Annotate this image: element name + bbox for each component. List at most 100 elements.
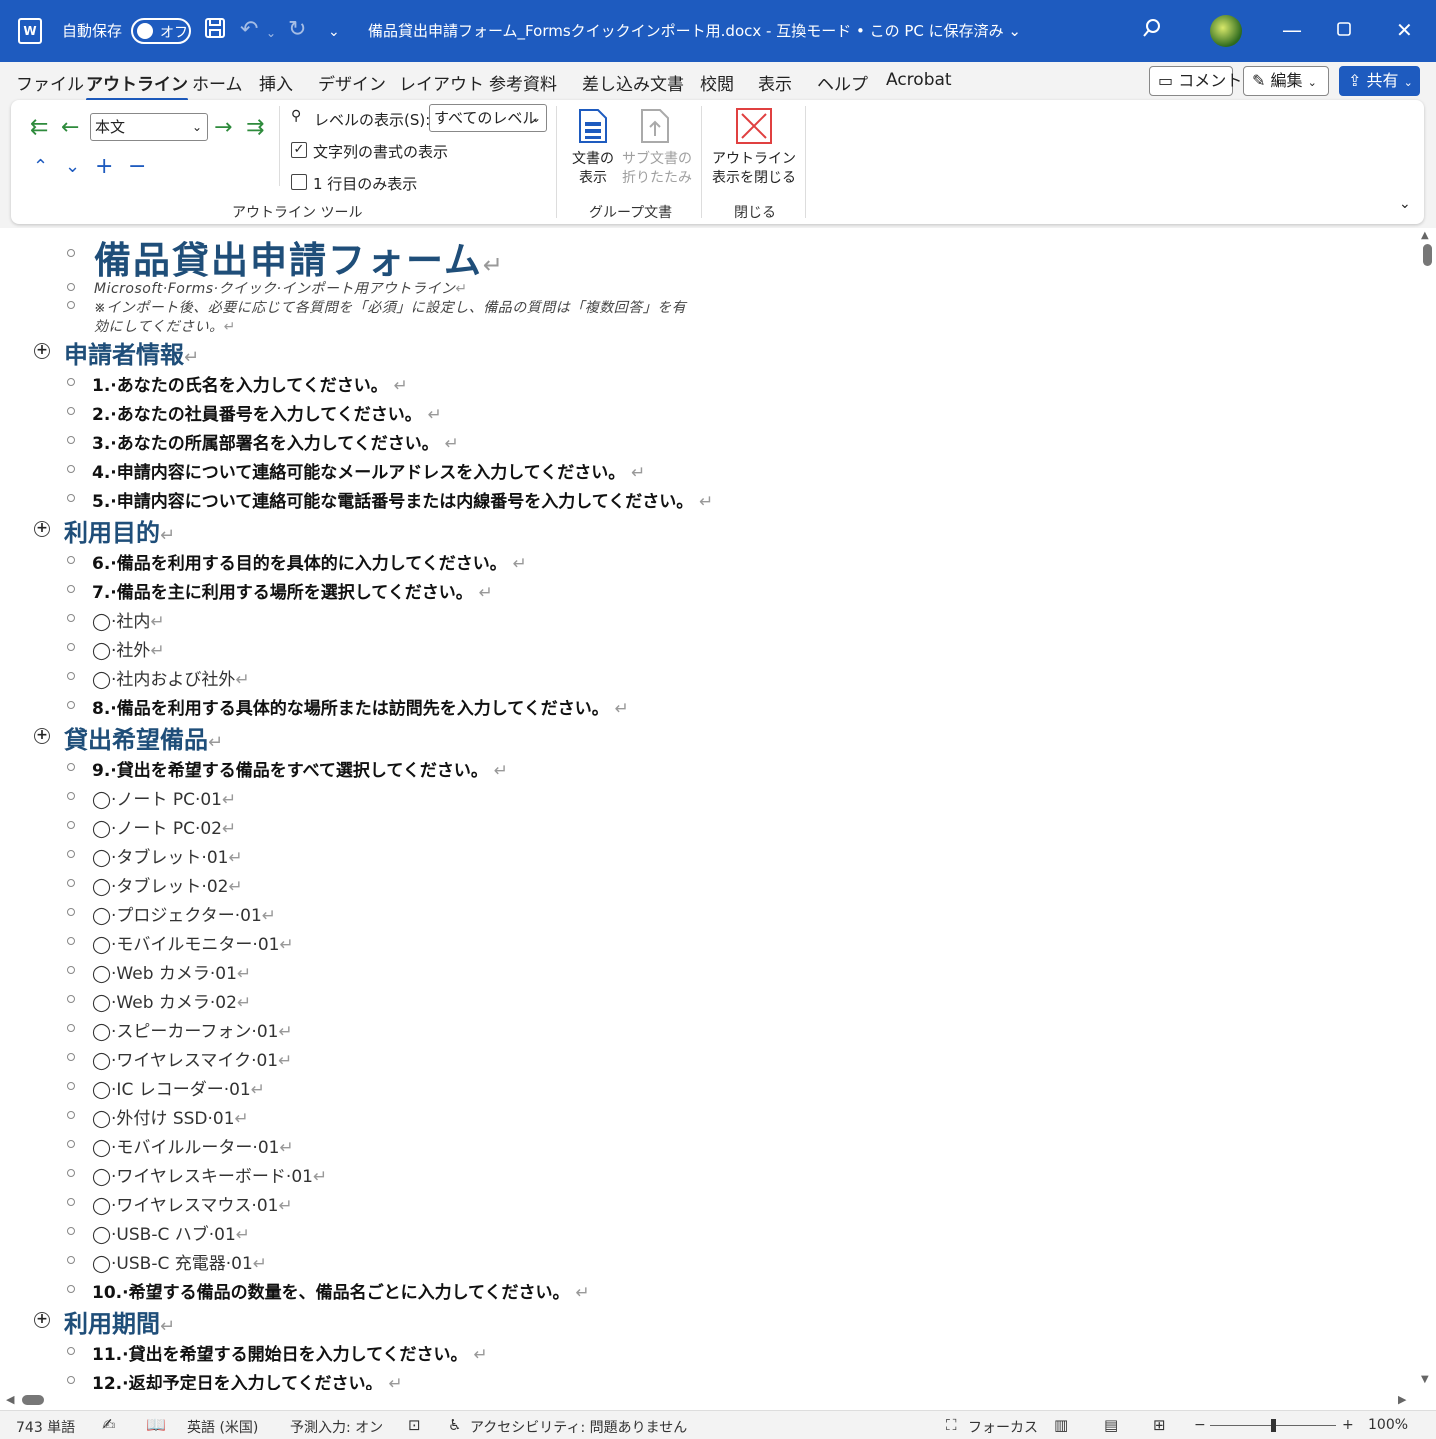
expand-icon[interactable]: + xyxy=(95,156,113,178)
scroll-up-icon[interactable]: ▲ xyxy=(1421,230,1429,241)
tab-review[interactable]: 校閲 xyxy=(700,70,734,95)
outline-bullet[interactable] xyxy=(67,643,75,651)
outline-bullet[interactable] xyxy=(67,850,75,858)
print-layout-icon[interactable]: ▤ xyxy=(1104,1416,1118,1434)
word-count[interactable]: 743 単語 xyxy=(16,1417,75,1437)
outline-bullet[interactable] xyxy=(67,821,75,829)
outline-bullet[interactable] xyxy=(67,1082,75,1090)
promote-icon[interactable]: ← xyxy=(61,117,79,139)
tab-layout[interactable]: レイアウト xyxy=(399,70,484,95)
maximize-icon[interactable] xyxy=(1336,17,1352,43)
tab-insert[interactable]: 挿入 xyxy=(259,70,293,95)
outline-level-select[interactable]: 本文 ⌄ xyxy=(90,113,208,141)
close-icon[interactable]: ✕ xyxy=(1396,17,1413,43)
tab-acrobat[interactable]: Acrobat xyxy=(886,70,952,90)
outline-bullet[interactable] xyxy=(67,407,75,415)
accessibility-status[interactable]: アクセシビリティ: 問題ありません xyxy=(470,1417,687,1437)
zoom-level[interactable]: 100% xyxy=(1368,1417,1408,1433)
tab-help[interactable]: ヘルプ xyxy=(817,70,868,95)
language-status[interactable]: 英語 (米国) xyxy=(187,1417,258,1437)
outline-bullet[interactable] xyxy=(67,1347,75,1355)
tab-outline[interactable]: アウトライン xyxy=(86,70,188,101)
save-icon[interactable] xyxy=(204,17,226,46)
vertical-scroll-thumb[interactable] xyxy=(1423,244,1432,266)
outline-bullet[interactable] xyxy=(67,301,75,309)
expand-heading-icon[interactable]: + xyxy=(34,343,50,359)
undo-icon[interactable]: ↶ xyxy=(240,17,258,43)
outline-bullet[interactable] xyxy=(67,378,75,386)
outline-bullet[interactable] xyxy=(67,1140,75,1148)
outline-bullet[interactable] xyxy=(67,937,75,945)
outline-bullet[interactable] xyxy=(67,1111,75,1119)
zoom-slider-thumb[interactable] xyxy=(1271,1419,1276,1432)
scroll-right-icon[interactable]: ▶ xyxy=(1398,1393,1406,1406)
demote-to-body-icon[interactable]: ⇉ xyxy=(246,117,264,139)
outline-bullet[interactable] xyxy=(67,1053,75,1061)
document-title[interactable]: 備品貸出申請フォーム_Formsクイックインポート用.docx - 互換モード … xyxy=(368,20,1021,41)
text-prediction-status[interactable]: 予測入力: オン xyxy=(290,1417,383,1437)
outline-bullet[interactable] xyxy=(67,436,75,444)
edit-mode-button[interactable]: ✎ 編集 ⌄ xyxy=(1243,66,1329,96)
web-layout-icon[interactable]: ⊞ xyxy=(1153,1416,1166,1434)
scroll-left-icon[interactable]: ◀ xyxy=(6,1393,14,1406)
tab-view[interactable]: 表示 xyxy=(758,70,792,95)
outline-bullet[interactable] xyxy=(67,556,75,564)
outline-bullet[interactable] xyxy=(67,283,75,291)
show-first-line-checkbox[interactable] xyxy=(291,174,307,190)
tab-file[interactable]: ファイル xyxy=(16,70,84,95)
expand-heading-icon[interactable]: + xyxy=(34,521,50,537)
proofing-icon[interactable]: ✍ xyxy=(102,1415,115,1434)
tab-mailings[interactable]: 差し込み文書 xyxy=(582,70,684,95)
promote-to-heading1-icon[interactable]: ⇇ xyxy=(30,117,48,139)
zoom-out-icon[interactable]: − xyxy=(1194,1417,1206,1433)
undo-dropdown-icon[interactable]: ⌄ xyxy=(266,20,276,46)
outline-bullet[interactable] xyxy=(67,249,75,257)
outline-bullet[interactable] xyxy=(67,1169,75,1177)
scroll-down-icon[interactable]: ▼ xyxy=(1421,1374,1429,1385)
demote-icon[interactable]: → xyxy=(214,117,232,139)
autosave-toggle[interactable]: オフ xyxy=(131,18,191,44)
outline-bullet[interactable] xyxy=(67,465,75,473)
horizontal-scroll-thumb[interactable] xyxy=(22,1395,44,1405)
outline-bullet[interactable] xyxy=(67,494,75,502)
show-document-button[interactable]: 文書の 表示 xyxy=(571,108,615,188)
move-down-icon[interactable]: ⌄ xyxy=(65,156,80,178)
collapse-subdocuments-button[interactable]: サブ文書の 折りたたみ xyxy=(622,108,692,188)
outline-bullet[interactable] xyxy=(67,966,75,974)
share-button[interactable]: ⇪ 共有 ⌄ xyxy=(1339,66,1420,96)
macro-icon[interactable]: ⊡ xyxy=(408,1416,421,1434)
accessibility-icon[interactable]: ♿ xyxy=(448,1416,461,1434)
search-icon[interactable] xyxy=(1142,18,1162,43)
outline-bullet[interactable] xyxy=(67,701,75,709)
expand-heading-icon[interactable]: + xyxy=(34,728,50,744)
outline-bullet[interactable] xyxy=(67,995,75,1003)
read-mode-icon[interactable]: ▥ xyxy=(1054,1416,1068,1434)
customize-qat-icon[interactable]: ⌄ xyxy=(328,19,340,45)
outline-bullet[interactable] xyxy=(67,792,75,800)
show-level-select[interactable]: すべてのレベル ⌄ xyxy=(429,104,547,132)
comment-button[interactable]: ▭ コメント xyxy=(1149,66,1242,96)
outline-bullet[interactable] xyxy=(67,1227,75,1235)
outline-bullet[interactable] xyxy=(67,1285,75,1293)
outline-bullet[interactable] xyxy=(67,1256,75,1264)
tab-home[interactable]: ホーム xyxy=(192,70,243,95)
show-text-formatting-checkbox[interactable]: ✓ xyxy=(291,142,307,158)
expand-heading-icon[interactable]: + xyxy=(34,1312,50,1328)
tab-references[interactable]: 参考資料 xyxy=(489,70,557,95)
move-up-icon[interactable]: ⌃ xyxy=(33,156,48,178)
ribbon-collapse-icon[interactable]: ⌄ xyxy=(1399,196,1411,212)
outline-bullet[interactable] xyxy=(67,1024,75,1032)
outline-bullet[interactable] xyxy=(67,672,75,680)
focus-icon[interactable]: ⛶ xyxy=(946,1416,957,1434)
outline-bullet[interactable] xyxy=(67,763,75,771)
outline-bullet[interactable] xyxy=(67,908,75,916)
zoom-in-icon[interactable]: + xyxy=(1342,1417,1354,1433)
vertical-scrollbar[interactable]: ▲ ▼ xyxy=(1418,228,1436,1390)
document-area[interactable]: 備品貸出申請フォーム↵ Microsoft·Forms·クイック·インポート用ア… xyxy=(0,228,1418,1390)
close-outline-view-button[interactable]: アウトライン 表示を閉じる xyxy=(711,108,797,188)
focus-mode[interactable]: フォーカス xyxy=(968,1417,1038,1437)
horizontal-scrollbar[interactable]: ◀ ▶ xyxy=(0,1390,1418,1410)
minimize-icon[interactable]: — xyxy=(1282,17,1302,43)
outline-bullet[interactable] xyxy=(67,1376,75,1384)
outline-bullet[interactable] xyxy=(67,585,75,593)
